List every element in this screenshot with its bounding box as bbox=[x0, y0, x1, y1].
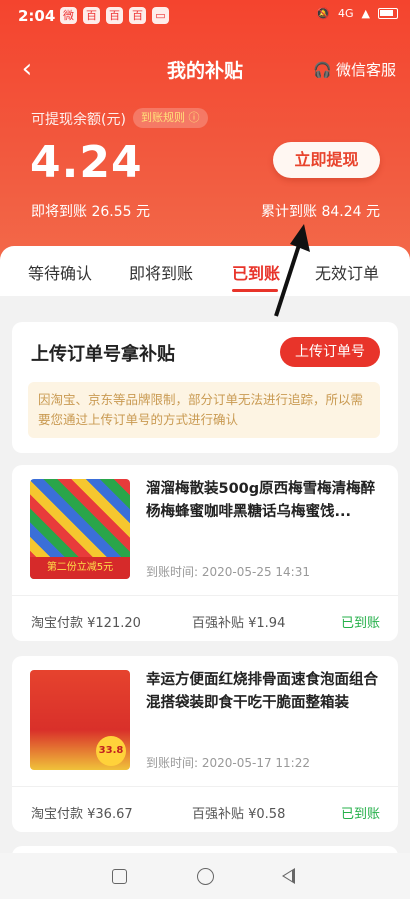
product-name[interactable]: 幸运方便面红烧排骨面速食泡面组合混搭袋装即食干吃干脆面整箱装 bbox=[146, 669, 386, 715]
service-label: 微信客服 bbox=[335, 61, 396, 79]
cumulative-amount: 累计到账 84.24 元 bbox=[261, 204, 380, 220]
back-nav-icon[interactable] bbox=[282, 868, 295, 884]
weibo-icon: 微 bbox=[60, 7, 77, 24]
annotation-arrow-icon bbox=[274, 224, 310, 317]
upcoming-amount: 即将到账 26.55 元 bbox=[31, 204, 150, 220]
network-label: 4G bbox=[338, 7, 354, 20]
home-icon[interactable] bbox=[197, 868, 214, 885]
baidu-icon: 百 bbox=[83, 7, 100, 24]
service-button[interactable]: 🎧 微信客服 bbox=[313, 59, 396, 80]
header-hero: 2:04 微 百 百 百 ▭ 🔕 4G ▲ ‹ 我的补贴 🎧 微信客服 可提现余… bbox=[0, 0, 410, 270]
product-image[interactable]: 33.8 bbox=[30, 670, 130, 770]
status-label: 已到账 bbox=[340, 807, 380, 822]
tablet-icon: ▭ bbox=[152, 7, 169, 24]
thumb-tag: 第二份立减5元 bbox=[30, 557, 130, 579]
upload-card: 上传订单号拿补贴 上传订单号 因淘宝、京东等品牌限制，部分订单无法进行追踪，所以… bbox=[12, 322, 398, 453]
product-image[interactable]: 第二份立减5元 bbox=[30, 479, 130, 579]
balance-amount: 4.24 bbox=[30, 137, 143, 188]
recents-icon[interactable] bbox=[112, 869, 127, 884]
payment-amount: 淘宝付款 ¥36.67 bbox=[31, 807, 133, 822]
rule-badge[interactable]: 到账规则 ⓘ bbox=[133, 108, 208, 128]
upload-order-button[interactable]: 上传订单号 bbox=[280, 337, 380, 367]
signal-icon: ▲ bbox=[361, 7, 370, 20]
divider bbox=[12, 595, 398, 596]
battery-icon bbox=[378, 8, 398, 19]
headset-icon: 🎧 bbox=[313, 60, 332, 79]
upload-notice: 因淘宝、京东等品牌限制，部分订单无法进行追踪，所以需要您通过上传订单号的方式进行… bbox=[28, 382, 380, 438]
system-nav-bar bbox=[0, 853, 410, 899]
withdraw-button[interactable]: 立即提现 bbox=[273, 142, 380, 178]
navbar: ‹ 我的补贴 🎧 微信客服 bbox=[0, 50, 410, 90]
tab-bar: 等待确认 即将到账 已到账 无效订单 bbox=[0, 246, 410, 296]
status-right: 🔕 4G ▲ bbox=[316, 7, 398, 20]
subsidy-amount: 百强补贴 ¥0.58 bbox=[192, 807, 286, 822]
arrival-time: 到账时间: 2020-05-25 14:31 bbox=[146, 565, 310, 579]
baidu-icon: 百 bbox=[129, 7, 146, 24]
tab-pending[interactable]: 等待确认 bbox=[28, 260, 92, 284]
status-bar: 2:04 微 百 百 百 ▭ 🔕 4G ▲ bbox=[0, 0, 410, 32]
info-icon: ⓘ bbox=[188, 111, 200, 124]
status-time: 2:04 bbox=[18, 7, 56, 25]
order-card[interactable]: 33.8 幸运方便面红烧排骨面速食泡面组合混搭袋装即食干吃干脆面整箱装 到账时间… bbox=[12, 656, 398, 832]
rule-label: 到账规则 bbox=[141, 111, 185, 124]
mute-icon: 🔕 bbox=[316, 7, 330, 20]
baidu-icon: 百 bbox=[106, 7, 123, 24]
subsidy-amount: 百强补贴 ¥1.94 bbox=[192, 616, 286, 631]
arrival-time: 到账时间: 2020-05-17 11:22 bbox=[146, 756, 310, 770]
order-card[interactable]: 第二份立减5元 溜溜梅散装500g原西梅雪梅清梅醉杨梅蜂蜜咖啡黑糖话乌梅蜜饯..… bbox=[12, 465, 398, 641]
thumb-price: 33.8 bbox=[96, 736, 126, 766]
notification-icons: 微 百 百 百 ▭ bbox=[60, 7, 169, 24]
payment-amount: 淘宝付款 ¥121.20 bbox=[31, 616, 141, 631]
divider bbox=[12, 786, 398, 787]
tab-invalid[interactable]: 无效订单 bbox=[315, 260, 379, 284]
upload-title: 上传订单号拿补贴 bbox=[31, 344, 175, 365]
tab-upcoming[interactable]: 即将到账 bbox=[129, 260, 193, 284]
balance-label: 可提现余额(元) bbox=[31, 112, 126, 128]
product-name[interactable]: 溜溜梅散装500g原西梅雪梅清梅醉杨梅蜂蜜咖啡黑糖话乌梅蜜饯... bbox=[146, 478, 386, 524]
status-label: 已到账 bbox=[340, 616, 380, 631]
